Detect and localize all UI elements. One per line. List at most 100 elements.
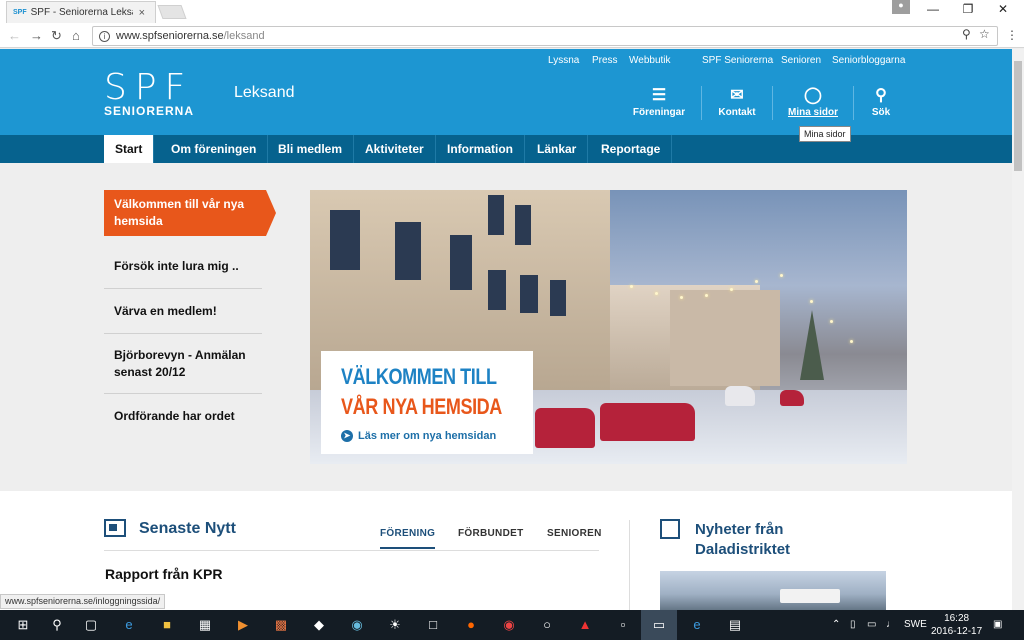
ie-browser-icon[interactable]: e bbox=[688, 616, 706, 634]
newspaper-icon bbox=[104, 519, 126, 537]
new-tab-button[interactable] bbox=[157, 5, 187, 19]
hero-window bbox=[395, 222, 421, 280]
task-view-icon[interactable]: ▢ bbox=[82, 616, 100, 634]
browser-tabbar: SPF SPF - Seniorerna Leksand × ● — ❐ ✕ bbox=[0, 0, 1024, 24]
district-news-image[interactable] bbox=[660, 571, 886, 613]
url-input[interactable]: i www.spfseniorerna.se/leksand bbox=[92, 26, 998, 46]
language-indicator[interactable]: SWE bbox=[904, 619, 927, 630]
zoom-search-icon[interactable]: ⚲ bbox=[962, 27, 971, 41]
clock[interactable]: 16:28 2016-12-17 bbox=[931, 612, 982, 638]
hero-card[interactable]: VÄLKOMMEN TILL VÅR NYA HEMSIDA ➤ Läs mer… bbox=[321, 351, 533, 454]
toplink-webbutik[interactable]: Webbutik bbox=[629, 55, 671, 66]
mina-sidor-button[interactable]: ◯ Mina sidor bbox=[787, 85, 839, 118]
app-icon[interactable]: ☀ bbox=[386, 616, 404, 634]
nav-reportage[interactable]: Reportage bbox=[590, 135, 673, 163]
office-icon[interactable]: ▩ bbox=[272, 616, 290, 634]
bookmark-star-icon[interactable]: ☆ bbox=[979, 27, 990, 41]
app-icon[interactable]: ○ bbox=[538, 616, 556, 634]
user-icon: ◯ bbox=[804, 87, 822, 104]
tab-senioren[interactable]: SENIOREN bbox=[547, 528, 602, 539]
app-icon[interactable]: ◉ bbox=[348, 616, 366, 634]
hero-banner[interactable]: VÄLKOMMEN TILL VÅR NYA HEMSIDA ➤ Läs mer… bbox=[310, 190, 907, 464]
minimize-icon[interactable]: — bbox=[923, 2, 943, 16]
firefox-icon[interactable]: ● bbox=[462, 616, 480, 634]
close-window-icon[interactable]: ✕ bbox=[993, 2, 1013, 16]
header-divider bbox=[853, 86, 854, 120]
network-icon[interactable]: ▭ bbox=[867, 619, 876, 630]
pdf-icon[interactable]: ▲ bbox=[576, 616, 594, 634]
header-divider bbox=[701, 86, 702, 120]
logo-sub-text: SENIORERNA bbox=[104, 104, 195, 118]
media-player-icon[interactable]: ▶ bbox=[234, 616, 252, 634]
sidebar-item-valkommen[interactable]: Välkommen till vår nya hemsida bbox=[104, 190, 266, 236]
edge-browser-icon[interactable]: e bbox=[120, 616, 138, 634]
search-icon: ⚲ bbox=[875, 87, 887, 104]
sidebar-item-forsok[interactable]: Försök inte lura mig .. bbox=[104, 244, 262, 289]
page-scrollbar[interactable] bbox=[1012, 49, 1024, 613]
tray-expand-icon[interactable]: ⌃ bbox=[832, 619, 840, 630]
kontakt-button[interactable]: ✉ Kontakt bbox=[716, 85, 758, 118]
toplink-spf-seniorerna[interactable]: SPF Seniorerna bbox=[702, 55, 773, 66]
hero-window bbox=[450, 235, 472, 290]
notifications-icon[interactable]: ▣ bbox=[993, 619, 1002, 630]
nav-om-foreningen[interactable]: Om föreningen bbox=[160, 135, 269, 163]
app-icon[interactable]: ◆ bbox=[310, 616, 328, 634]
chrome-icon[interactable]: ◉ bbox=[500, 616, 518, 634]
site-info-icon[interactable]: i bbox=[99, 30, 110, 42]
browser-menu-icon[interactable]: ⋮ bbox=[1006, 28, 1018, 42]
toplink-press[interactable]: Press bbox=[592, 55, 618, 66]
sidebar-item-ordforande[interactable]: Ordförande har ordet bbox=[104, 394, 262, 438]
volume-icon[interactable]: ♩ bbox=[886, 619, 896, 630]
hero-building bbox=[670, 290, 780, 386]
home-icon[interactable]: ⌂ bbox=[72, 28, 80, 43]
tray-app-icon[interactable]: ▯ bbox=[850, 619, 856, 630]
hero-window bbox=[520, 275, 538, 313]
list-icon: ☰ bbox=[651, 87, 667, 104]
tab-forbundet[interactable]: FÖRBUNDET bbox=[458, 528, 523, 539]
start-windows-icon[interactable]: ⊞ bbox=[14, 616, 32, 634]
sidebar-item-bjorborevyn[interactable]: Björborevyn - Anmälan senast 20/12 bbox=[104, 334, 262, 394]
news-section-title: Senaste Nytt bbox=[139, 520, 236, 537]
string-light bbox=[780, 274, 783, 277]
document-icon[interactable]: □ bbox=[424, 616, 442, 634]
string-light bbox=[810, 300, 813, 303]
foreningar-button[interactable]: ☰ Föreningar bbox=[632, 85, 686, 118]
nav-aktiviteter[interactable]: Aktiviteter bbox=[354, 135, 436, 163]
reload-icon[interactable]: ↻ bbox=[51, 28, 62, 44]
logo-main-text: SPF bbox=[104, 67, 194, 108]
hero-window bbox=[515, 205, 531, 245]
nav-information[interactable]: Information bbox=[436, 135, 525, 163]
news-divider bbox=[104, 550, 599, 551]
notepad-icon[interactable]: ▤ bbox=[726, 616, 744, 634]
restore-icon[interactable]: ❐ bbox=[958, 2, 978, 16]
hero-window bbox=[488, 195, 504, 235]
string-light bbox=[630, 285, 633, 288]
hero-read-more-link[interactable]: ➤ Läs mer om nya hemsidan bbox=[341, 430, 496, 442]
christmas-tree bbox=[800, 310, 824, 380]
article-title[interactable]: Rapport från KPR bbox=[105, 566, 222, 582]
close-tab-icon[interactable]: × bbox=[139, 7, 145, 19]
nav-lankar[interactable]: Länkar bbox=[526, 135, 589, 163]
nav-bli-medlem[interactable]: Bli medlem bbox=[267, 135, 355, 163]
url-domain: www.spfseniorerna.se bbox=[116, 30, 224, 42]
user-profile-icon[interactable]: ● bbox=[892, 0, 910, 14]
back-icon[interactable]: ← bbox=[8, 28, 21, 43]
string-light bbox=[730, 288, 733, 291]
toplink-senioren[interactable]: Senioren bbox=[781, 55, 821, 66]
toplink-seniorbloggarna[interactable]: Seniorbloggarna bbox=[832, 55, 905, 66]
forward-icon[interactable]: → bbox=[30, 28, 43, 43]
nav-start[interactable]: Start bbox=[104, 135, 155, 163]
search-icon[interactable]: ⚲ bbox=[48, 616, 66, 634]
app-icon[interactable]: ▫ bbox=[614, 616, 632, 634]
spf-logo[interactable]: SPF SENIORERNA bbox=[104, 67, 204, 119]
sok-button[interactable]: ⚲ Sök bbox=[868, 85, 894, 118]
envelope-icon: ✉ bbox=[730, 87, 744, 104]
browser-tab[interactable]: SPF SPF - Seniorerna Leksand × bbox=[6, 1, 156, 23]
tab-forening[interactable]: FÖRENING bbox=[380, 528, 436, 549]
sidebar-item-varva[interactable]: Värva en medlem! bbox=[104, 289, 262, 334]
toplink-lyssna[interactable]: Lyssna bbox=[548, 55, 579, 66]
store-icon[interactable]: ▦ bbox=[196, 616, 214, 634]
scrollbar-thumb[interactable] bbox=[1014, 61, 1022, 171]
hero-window bbox=[550, 280, 566, 316]
file-explorer-icon[interactable]: ■ bbox=[158, 616, 176, 634]
